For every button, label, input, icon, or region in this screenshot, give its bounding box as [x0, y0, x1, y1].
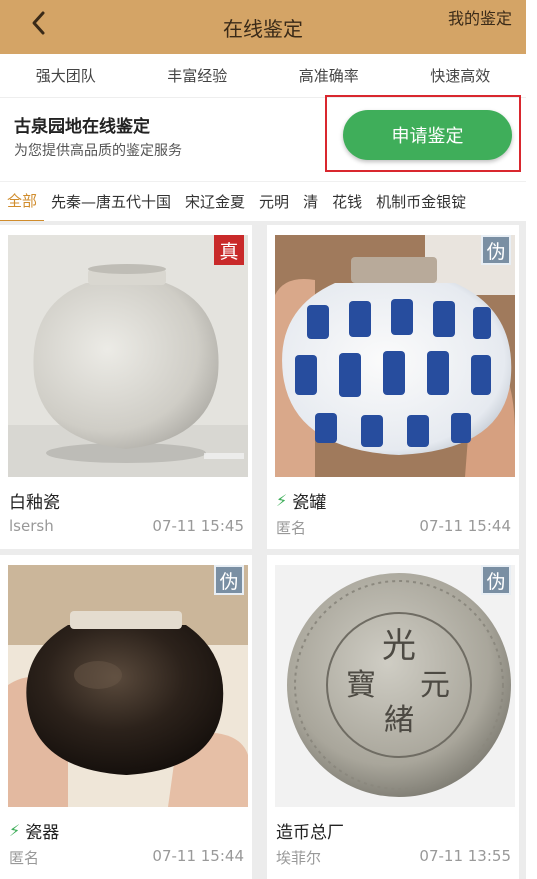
appraisal-card[interactable]: 真 白釉瓷 lsersh 07-11 15:45: [0, 225, 252, 549]
authentic-badge: 真: [214, 235, 244, 265]
card-title: ⚡ 瓷罐: [276, 488, 326, 513]
back-arrow-icon[interactable]: [24, 8, 54, 38]
tab-flower-coins[interactable]: 花钱: [325, 182, 369, 221]
intro-subtitle: 为您提供高品质的鉴定服务: [14, 143, 182, 159]
feature-speed: 快速高效: [430, 67, 491, 85]
appraisal-card[interactable]: 伪 ⚡ 瓷罐 匿名 07-11 15:44: [267, 225, 519, 549]
tab-machine-coins[interactable]: 机制币金银锭: [369, 182, 473, 221]
feature-strip: 强大团队 丰富经验 高准确率 快速高效: [0, 54, 526, 98]
silver-coin-image: 光 元 緒 寶 伪: [275, 565, 515, 807]
feature-accuracy: 高准确率: [298, 67, 359, 85]
appraisal-card[interactable]: 光 元 緒 寶 伪 造币总厂 埃菲尔 07-11 13:55: [267, 555, 519, 879]
blue-white-jar-image: 伪: [275, 235, 515, 477]
feature-experience: 丰富经验: [167, 67, 228, 85]
black-glaze-jar-image: 伪: [8, 565, 248, 807]
my-appraisals-link[interactable]: 我的鉴定: [448, 5, 512, 29]
top-bar: 在线鉴定 我的鉴定: [0, 0, 526, 54]
lightning-icon: ⚡: [9, 821, 21, 840]
card-time: 07-11 13:55: [419, 847, 511, 865]
coin-char-bottom: 緒: [384, 703, 414, 738]
card-user: 埃菲尔: [276, 849, 322, 867]
coin-char-right: 元: [420, 668, 450, 703]
card-title-text: 白釉瓷: [9, 493, 60, 513]
card-title: 造币总厂: [276, 818, 344, 843]
fake-badge: 伪: [481, 565, 511, 595]
card-user: 匿名: [9, 849, 40, 867]
feature-team: 强大团队: [35, 67, 96, 85]
tab-pre-qin-tang[interactable]: 先秦—唐五代十国: [44, 182, 178, 221]
card-title-text: 瓷罐: [292, 493, 327, 513]
card-title-text: 瓷器: [25, 823, 60, 843]
card-user: 匿名: [276, 519, 307, 537]
category-tabs: 全部 先秦—唐五代十国 宋辽金夏 元明 清 花钱 机制币金银锭: [0, 181, 526, 221]
fake-badge: 伪: [214, 565, 244, 595]
card-user: lsersh: [9, 517, 54, 535]
apply-appraisal-button[interactable]: 申请鉴定: [343, 110, 512, 160]
tab-song-liao-jin-xia[interactable]: 宋辽金夏: [178, 182, 252, 221]
tab-qing[interactable]: 清: [296, 182, 325, 221]
appraisal-grid: 真 白釉瓷 lsersh 07-11 15:45 伪 ⚡ 瓷罐 匿名 07-11…: [0, 221, 526, 879]
intro-title: 古泉园地在线鉴定: [14, 117, 150, 137]
card-title-text: 造币总厂: [276, 823, 344, 843]
page-title: 在线鉴定: [223, 16, 303, 41]
coin-char-left: 寶: [346, 668, 376, 703]
card-title: ⚡ 瓷器: [9, 818, 59, 843]
card-time: 07-11 15:45: [152, 517, 244, 535]
card-title: 白釉瓷: [9, 488, 60, 513]
tab-yuan-ming[interactable]: 元明: [252, 182, 296, 221]
appraisal-card[interactable]: 伪 ⚡ 瓷器 匿名 07-11 15:44: [0, 555, 252, 879]
tab-all[interactable]: 全部: [0, 182, 45, 221]
fake-badge: 伪: [481, 235, 511, 265]
coin-char-top: 光: [382, 626, 416, 666]
card-time: 07-11 15:44: [419, 517, 511, 535]
card-time: 07-11 15:44: [152, 847, 244, 865]
white-glaze-jar-image: 真: [8, 235, 248, 477]
lightning-icon: ⚡: [276, 491, 288, 510]
